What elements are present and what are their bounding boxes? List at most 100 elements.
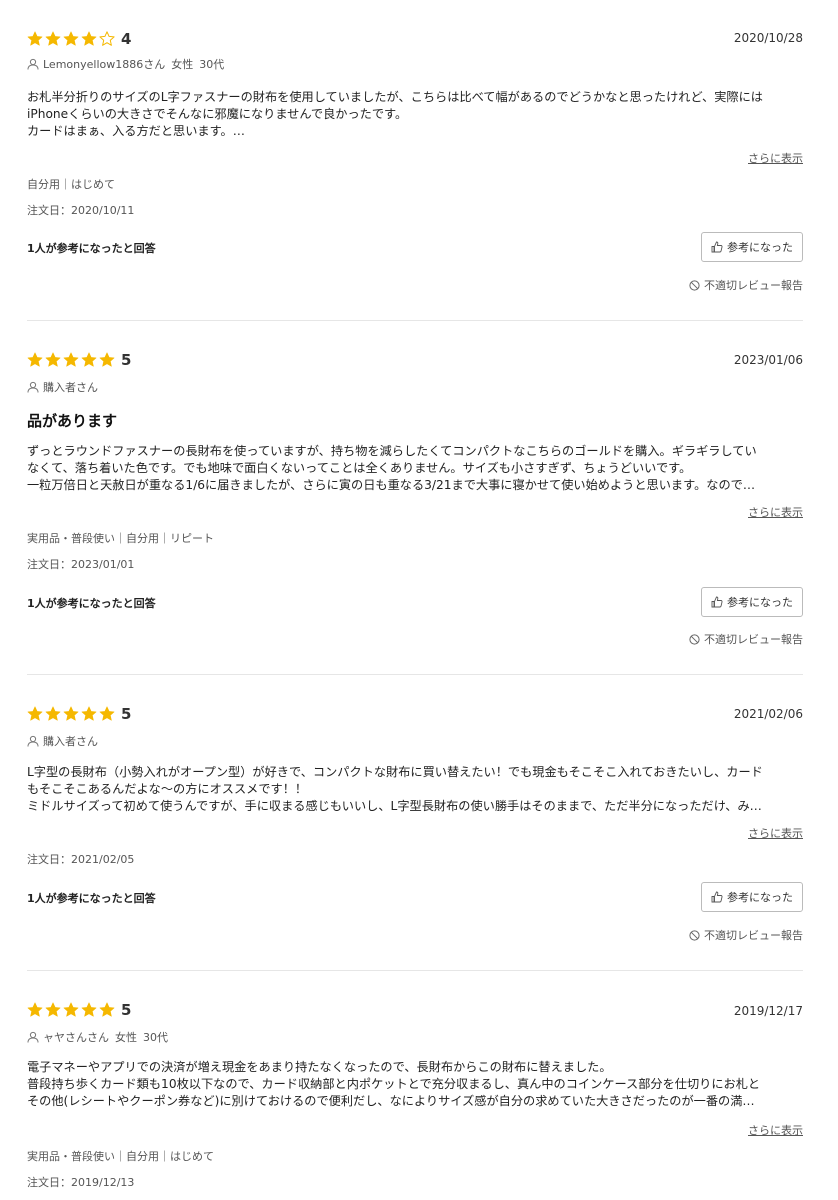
reviewer-name: 購入者さん xyxy=(43,381,98,394)
review-body-line: iPhoneくらいの大きさでそんなに邪魔になりませんで良かったです。 xyxy=(27,107,408,121)
star-filled-icon xyxy=(99,706,115,721)
review-date: 2023/01/06 xyxy=(733,353,803,367)
report-link[interactable]: 不適切レビュー報告 xyxy=(689,277,803,293)
review-body: 電子マネーやアプリでの決済が増え現金をあまり持たなくなったので、長財布からこの財… xyxy=(27,1059,807,1110)
star-filled-icon xyxy=(81,31,97,46)
read-more-link[interactable]: さらに表示 xyxy=(748,825,803,841)
review-tags: 自分用｜はじめて xyxy=(27,178,115,191)
review-title: 品があります xyxy=(27,412,118,430)
review-body-line: ミドルサイズって初めて使うんですが、手に収まる感じもいいし、L字型長財布の使い勝… xyxy=(27,799,762,813)
rating-score: 5 xyxy=(121,1001,132,1019)
helpful-button-label: 参考になった xyxy=(727,241,793,254)
review-body-line: その他(レシートやクーポン券など)に別けておけるので便利だし、なによりサイズ感が… xyxy=(27,1094,755,1108)
review-body-line: なくて、落ち着いた色です。でも地味で面白くないってことは全くありません。サイズも… xyxy=(27,461,692,475)
review-body: ずっとラウンドファスナーの長財布を使っていますが、持ち物を減らしたくてコンパクト… xyxy=(27,443,807,494)
thumbs-up-icon xyxy=(711,891,723,903)
order-date: 注文日：2019/12/13 xyxy=(27,1176,135,1189)
reviewer-info: 購入者さん xyxy=(27,379,98,395)
reviewer-gender: 女性 xyxy=(115,1031,137,1044)
star-filled-icon xyxy=(63,706,79,721)
prohibit-icon xyxy=(689,929,700,941)
helpful-count: 1人が参考になったと回答 xyxy=(27,892,156,905)
star-rating: 5 xyxy=(27,704,131,724)
read-more-link[interactable]: さらに表示 xyxy=(748,504,803,520)
star-filled-icon xyxy=(81,1002,97,1017)
helpful-count: 1人が参考になったと回答 xyxy=(27,242,156,255)
review-body-line: ずっとラウンドファスナーの長財布を使っていますが、持ち物を減らしたくてコンパクト… xyxy=(27,444,757,458)
helpful-button[interactable]: 参考になった xyxy=(701,232,803,262)
thumbs-up-icon xyxy=(711,241,723,253)
review-body-line: L字型の長財布（小勢入れがオープン型）が好きで、コンパクトな財布に買い替えたい！… xyxy=(27,765,763,779)
review-body-line: 一粒万倍日と天赦日が重なる1/6に届きましたが、さらに寅の日も重なる3/21まで… xyxy=(27,478,756,492)
star-filled-icon xyxy=(81,706,97,721)
star-filled-icon xyxy=(27,31,43,46)
report-label: 不適切レビュー報告 xyxy=(704,929,803,942)
helpful-count: 1人が参考になったと回答 xyxy=(27,597,156,610)
report-label: 不適切レビュー報告 xyxy=(704,279,803,292)
star-filled-icon xyxy=(99,1002,115,1017)
star-filled-icon xyxy=(27,352,43,367)
star-filled-icon xyxy=(81,352,97,367)
review-date: 2021/02/06 xyxy=(733,707,803,721)
star-filled-icon xyxy=(99,352,115,367)
order-date: 注文日：2023/01/01 xyxy=(27,558,135,571)
star-rating: 5 xyxy=(27,1000,131,1020)
review-body-line: 普段持ち歩くカード類も10枚以下なので、カード収納部と内ポケットとで充分収まるし… xyxy=(27,1077,761,1091)
reviewer-info: ャヤさんさん 女性 30代 xyxy=(27,1029,168,1045)
star-filled-icon xyxy=(63,1002,79,1017)
order-date: 注文日：2021/02/05 xyxy=(27,853,135,866)
rating-score: 5 xyxy=(121,705,132,723)
star-filled-icon xyxy=(27,706,43,721)
helpful-button-label: 参考になった xyxy=(727,891,793,904)
star-rating: 4 xyxy=(27,29,131,49)
order-date: 注文日：2020/10/11 xyxy=(27,204,135,217)
reviewer-info: 購入者さん xyxy=(27,733,98,749)
reviewer-gender: 女性 xyxy=(171,58,194,71)
user-icon xyxy=(27,381,39,393)
review-body-line: 電子マネーやアプリでの決済が増え現金をあまり持たなくなったので、長財布からこの財… xyxy=(27,1060,612,1074)
star-filled-icon xyxy=(45,31,61,46)
prohibit-icon xyxy=(689,633,700,645)
thumbs-up-icon xyxy=(711,596,723,608)
star-filled-icon xyxy=(45,1002,61,1017)
rating-score: 5 xyxy=(121,351,132,369)
review-date: 2020/10/28 xyxy=(733,31,803,45)
helpful-button[interactable]: 参考になった xyxy=(701,882,803,912)
review-tags: 実用品・普段使い｜自分用｜はじめて xyxy=(27,1150,214,1163)
reviewer-name: Lemonyellow1886さん xyxy=(43,58,166,71)
report-link[interactable]: 不適切レビュー報告 xyxy=(689,631,803,647)
rating-score: 4 xyxy=(121,30,132,48)
report-link[interactable]: 不適切レビュー報告 xyxy=(689,927,803,943)
divider xyxy=(27,320,803,321)
star-filled-icon xyxy=(45,706,61,721)
divider xyxy=(27,970,803,971)
star-empty-icon xyxy=(99,31,115,46)
star-filled-icon xyxy=(63,31,79,46)
read-more-link[interactable]: さらに表示 xyxy=(748,150,803,166)
helpful-button[interactable]: 参考になった xyxy=(701,587,803,617)
review-tags: 実用品・普段使い｜自分用｜リピート xyxy=(27,532,214,545)
divider xyxy=(27,674,803,675)
reviewer-name: 購入者さん xyxy=(43,735,98,748)
review-body-line: カードはまぁ、入る方だと思います。… xyxy=(27,124,245,138)
reviewer-info: Lemonyellow1886さん 女性 30代 xyxy=(27,56,224,72)
user-icon xyxy=(27,58,39,70)
review-date: 2019/12/17 xyxy=(733,1004,803,1018)
review-body: お札半分折りのサイズのL字ファスナーの財布を使用していましたが、こちらは比べて幅… xyxy=(27,89,807,140)
review-body: L字型の長財布（小勢入れがオープン型）が好きで、コンパクトな財布に買い替えたい！… xyxy=(27,764,807,815)
star-filled-icon xyxy=(27,1002,43,1017)
star-rating: 5 xyxy=(27,350,131,370)
report-label: 不適切レビュー報告 xyxy=(704,633,803,646)
star-filled-icon xyxy=(63,352,79,367)
helpful-button-label: 参考になった xyxy=(727,596,793,609)
reviewer-name: ャヤさんさん xyxy=(43,1031,109,1044)
prohibit-icon xyxy=(689,279,700,291)
reviewer-age: 30代 xyxy=(143,1031,168,1044)
review-body-line: お札半分折りのサイズのL字ファスナーの財布を使用していましたが、こちらは比べて幅… xyxy=(27,90,763,104)
read-more-link[interactable]: さらに表示 xyxy=(748,1122,803,1138)
review-body-line: もそこそこあるんだよな〜の方にオススメです！！ xyxy=(27,782,308,796)
user-icon xyxy=(27,735,39,747)
reviewer-age: 30代 xyxy=(199,58,225,71)
user-icon xyxy=(27,1031,39,1043)
star-filled-icon xyxy=(45,352,61,367)
